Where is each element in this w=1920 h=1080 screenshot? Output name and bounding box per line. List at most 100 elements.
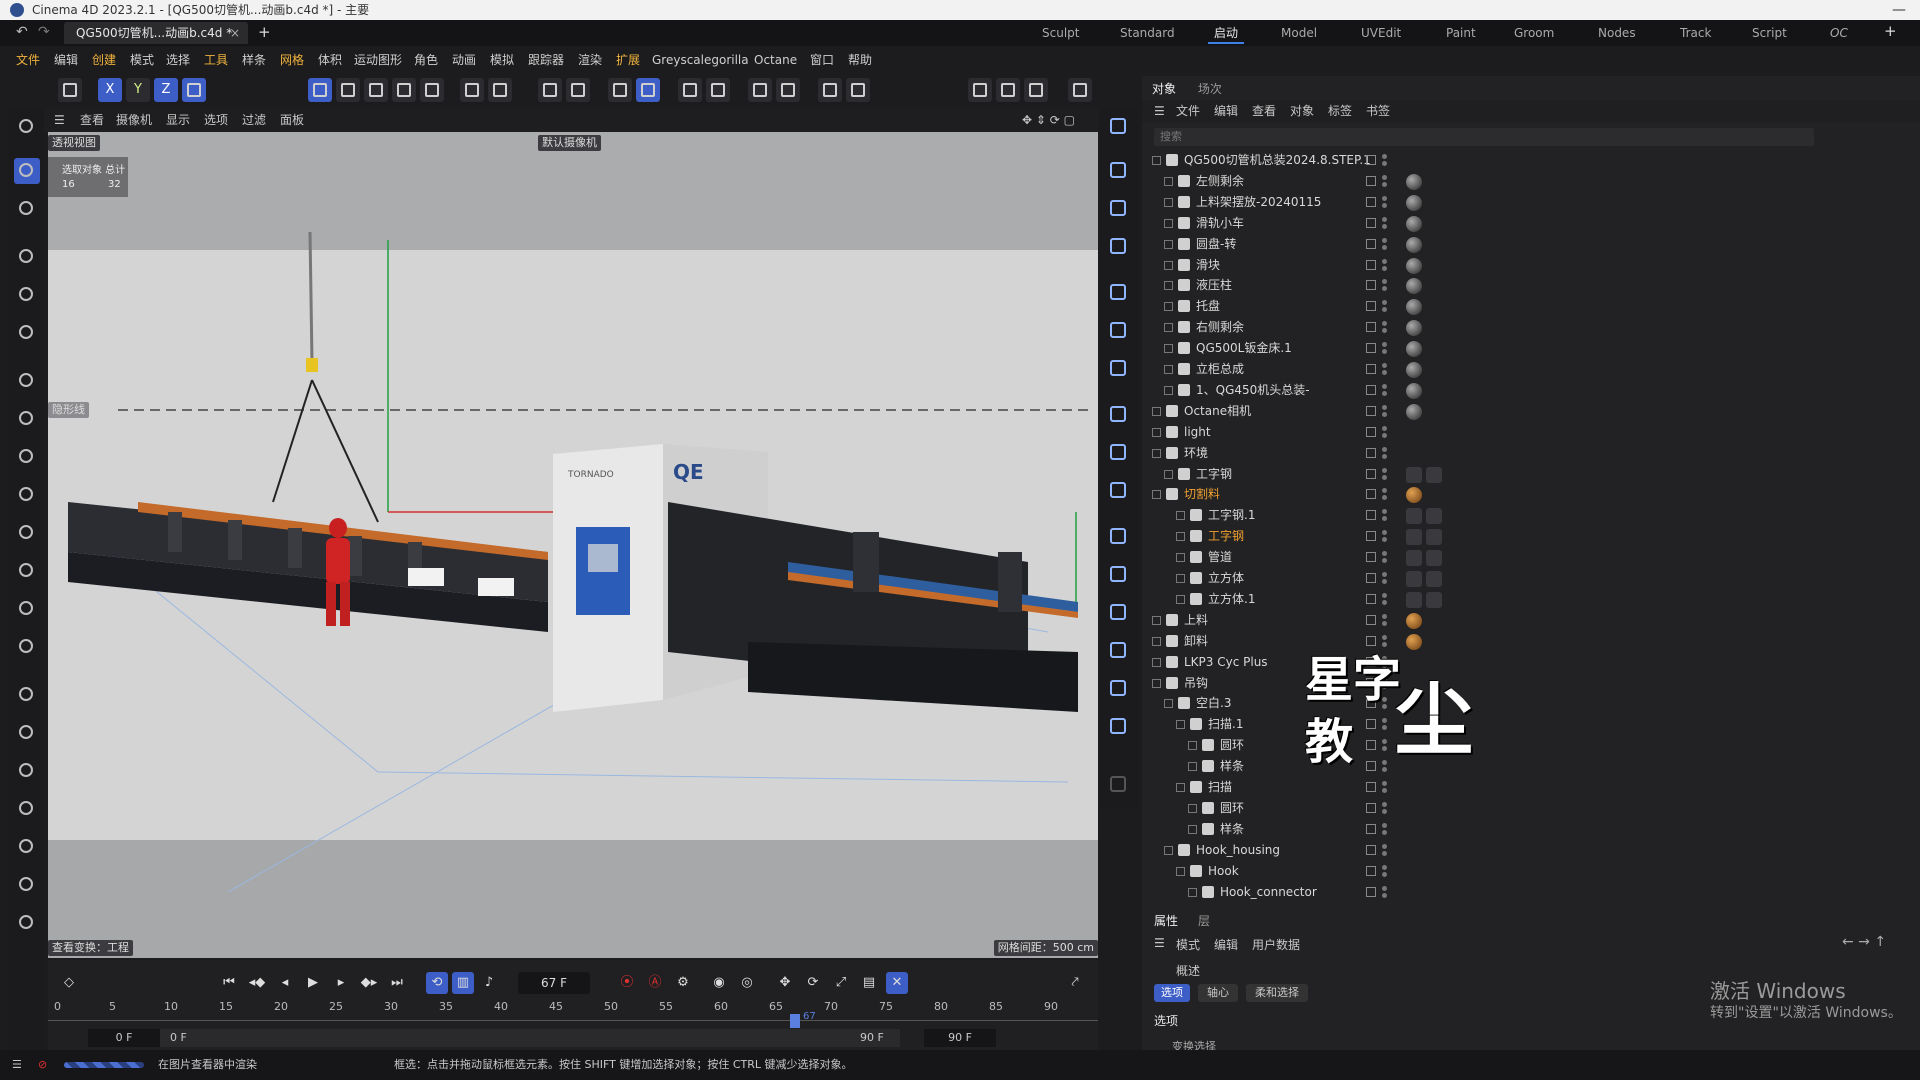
texture-tag-icon[interactable] [1426, 571, 1442, 587]
material-tag-icon[interactable] [1406, 257, 1422, 274]
volume-icon[interactable] [1106, 440, 1132, 466]
editor-visibility-dot[interactable] [1382, 404, 1387, 410]
render-visibility-dot[interactable] [1382, 871, 1387, 877]
editor-visibility-dot[interactable] [1382, 279, 1387, 285]
navigate-back-icon[interactable]: ← → ↑ [1842, 934, 1886, 950]
object-row[interactable]: Hook_housing [1142, 840, 1920, 861]
expand-toggle-icon[interactable] [1152, 490, 1161, 500]
camera-label[interactable]: 默认摄像机 [538, 135, 601, 151]
editor-visibility-dot[interactable] [1382, 342, 1387, 348]
editor-visibility-dot[interactable] [1382, 446, 1387, 452]
layout-tab-groom[interactable]: Groom [1514, 20, 1554, 46]
texture-tag-icon[interactable] [1426, 529, 1442, 546]
expand-toggle-icon[interactable] [1176, 594, 1185, 604]
render-picture-viewer-button[interactable] [996, 78, 1020, 102]
object-row[interactable]: 工字钢 [1142, 464, 1920, 485]
menu-mode[interactable]: 模式 [130, 48, 154, 72]
motion-settings-icon[interactable]: ◎ [736, 972, 758, 994]
object-row[interactable]: 圆环 [1142, 798, 1920, 819]
expand-toggle-icon[interactable] [1152, 427, 1161, 437]
editor-visibility-dot[interactable] [1382, 425, 1387, 431]
object-row[interactable]: Octane相机 [1142, 401, 1920, 422]
hierarchy-tool-icon[interactable] [14, 910, 40, 936]
menu-edit[interactable]: 编辑 [54, 48, 78, 72]
expand-toggle-icon[interactable] [1176, 720, 1185, 730]
object-row[interactable]: 圆盘-转 [1142, 234, 1920, 255]
menu-mesh[interactable]: 网格 [280, 48, 304, 72]
render-visibility-dot[interactable] [1382, 390, 1387, 396]
texture-tag-icon[interactable] [1406, 508, 1422, 525]
editor-visibility-dot[interactable] [1382, 300, 1387, 306]
goto-start-icon[interactable]: ⏮ [218, 972, 240, 994]
render-visibility-dot[interactable] [1382, 474, 1387, 480]
effector-icon[interactable] [1106, 356, 1132, 382]
material-tag-icon[interactable] [1406, 215, 1422, 232]
texture-tag-icon[interactable] [1406, 466, 1422, 483]
text-spline-icon[interactable] [1106, 234, 1132, 260]
object-row[interactable]: QG500L钣金床.1 [1142, 338, 1920, 359]
motion-icon[interactable]: ◉ [708, 972, 730, 994]
menu-extensions[interactable]: 扩展 [616, 48, 640, 72]
object-row[interactable]: 1、QG450机头总装- [1142, 380, 1920, 401]
editor-visibility-dot[interactable] [1382, 634, 1387, 640]
viewport-menu-camera[interactable]: 摄像机 [116, 108, 152, 132]
mirror-button[interactable] [748, 78, 772, 102]
null-object-icon[interactable] [1106, 158, 1132, 184]
layer-checkbox-icon[interactable] [1366, 489, 1376, 500]
points-tool-icon[interactable] [14, 872, 40, 898]
layer-checkbox-icon[interactable] [1366, 322, 1376, 333]
layer-checkbox-icon[interactable] [1366, 614, 1376, 625]
texture-tag-icon[interactable] [1406, 591, 1422, 608]
object-row[interactable]: Hook_connector [1142, 882, 1920, 903]
object-row[interactable]: 样条 [1142, 819, 1920, 840]
layout-tab-paint[interactable]: Paint [1446, 20, 1476, 46]
solo-mode-button[interactable] [488, 78, 512, 102]
render-visibility-dot[interactable] [1382, 161, 1387, 166]
floor-icon[interactable] [14, 634, 40, 660]
editor-visibility-dot[interactable] [1382, 551, 1387, 557]
render-visibility-dot[interactable] [1382, 432, 1387, 438]
object-row[interactable]: 托盘 [1142, 296, 1920, 317]
texture-tag-icon[interactable] [1426, 466, 1442, 483]
expand-toggle-icon[interactable] [1164, 385, 1173, 395]
expand-toggle-icon[interactable] [1152, 657, 1161, 667]
editor-visibility-dot[interactable] [1382, 216, 1387, 222]
expand-toggle-icon[interactable] [1176, 574, 1185, 583]
layer-checkbox-icon[interactable] [1366, 886, 1376, 897]
attr-menu-edit[interactable]: 编辑 [1214, 936, 1238, 953]
object-row[interactable]: LKP3 Cyc Plus [1142, 652, 1920, 673]
move-tool-icon[interactable] [14, 244, 40, 270]
expand-toggle-icon[interactable] [1164, 302, 1173, 312]
expand-toggle-icon[interactable] [1176, 783, 1185, 792]
render-visibility-dot[interactable] [1382, 265, 1387, 271]
brush-tool-icon[interactable] [14, 758, 40, 784]
object-row[interactable]: 环境 [1142, 443, 1920, 464]
add-layout-icon[interactable]: + [1884, 22, 1897, 40]
menu-octane[interactable]: Octane [754, 48, 797, 72]
expand-toggle-icon[interactable] [1176, 511, 1185, 521]
editor-visibility-dot[interactable] [1382, 237, 1387, 243]
layer-checkbox-icon[interactable] [1366, 280, 1376, 291]
playback-rate-icon[interactable]: ▥ [452, 972, 474, 994]
editor-visibility-dot[interactable] [1382, 509, 1387, 515]
editor-visibility-dot[interactable] [1382, 613, 1387, 619]
expand-toggle-icon[interactable] [1152, 406, 1161, 416]
material-tag-icon[interactable] [1406, 236, 1422, 253]
menu-help[interactable]: 帮助 [848, 48, 872, 72]
om-menu-tags[interactable]: 标签 [1328, 100, 1352, 122]
material-tag-icon[interactable] [1406, 362, 1422, 378]
material-tag-icon[interactable] [1406, 299, 1422, 316]
render-visibility-dot[interactable] [1382, 579, 1387, 584]
layer-checkbox-icon[interactable] [1366, 510, 1376, 521]
object-row[interactable]: 扫描.1 [1142, 714, 1920, 735]
object-row[interactable]: 样条 [1142, 756, 1920, 777]
octane-button[interactable] [1068, 78, 1092, 102]
document-tab[interactable]: QG500切管机...动画b.c4d * × [64, 22, 248, 44]
next-key-icon[interactable]: ◆▸ [358, 972, 380, 994]
object-row[interactable]: 切割料 [1142, 484, 1920, 505]
render-visibility-dot[interactable] [1382, 808, 1387, 814]
editor-visibility-dot[interactable] [1382, 572, 1387, 577]
render-visibility-dot[interactable] [1382, 223, 1387, 229]
snap-button[interactable] [538, 78, 562, 102]
spline-smooth-icon[interactable] [14, 444, 40, 470]
